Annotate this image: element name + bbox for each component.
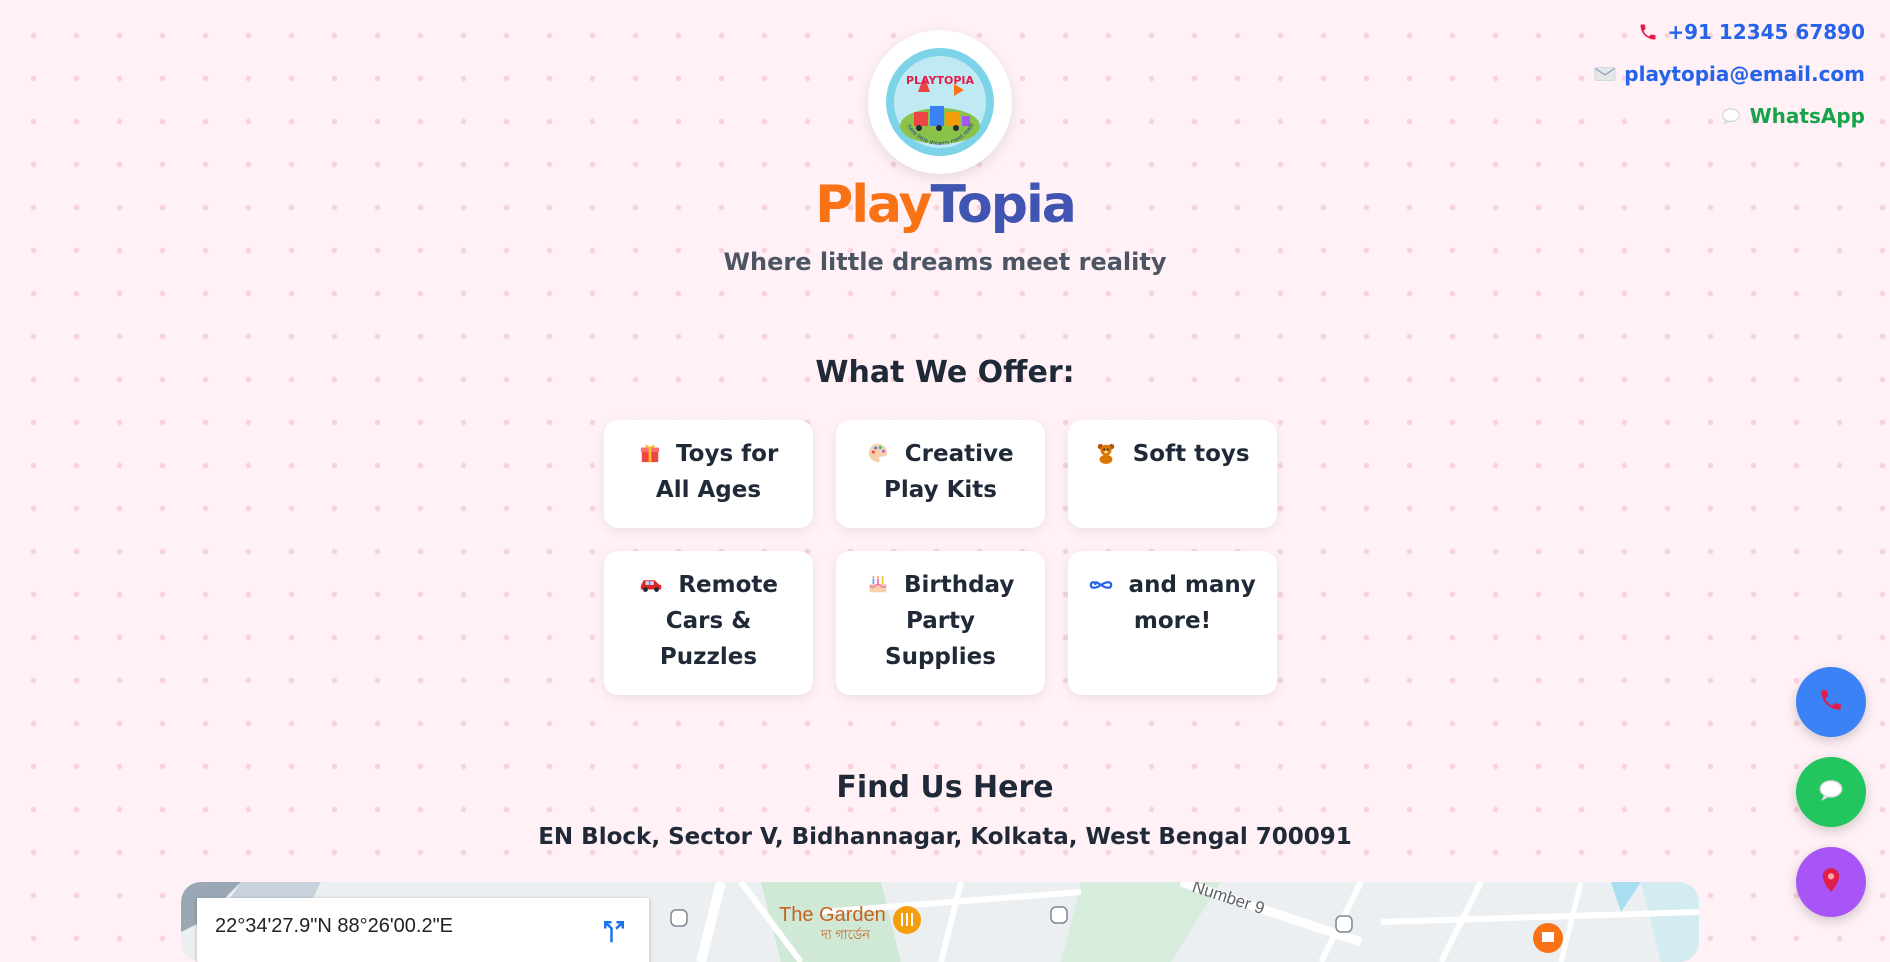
gift-icon <box>639 442 668 466</box>
offer-label: Birthday Party Supplies <box>885 572 1015 670</box>
map-place-name-local: দ্য গার্ডেন <box>821 927 871 942</box>
offer-label: Toys for All Ages <box>655 441 779 503</box>
tagline: Where little dreams meet reality <box>723 248 1167 276</box>
palette-icon <box>867 442 896 466</box>
offer-label: Soft toys <box>1132 441 1250 467</box>
email-link[interactable]: playtopia@email.com <box>1594 60 1865 88</box>
whatsapp-link[interactable]: WhatsApp <box>1720 102 1865 130</box>
call-icon <box>1818 687 1844 717</box>
location-pin-icon <box>1820 867 1842 897</box>
offer-card: Toys for All Ages <box>604 420 813 528</box>
envelope-icon <box>1594 63 1616 85</box>
logo: PLAYTOPIA Where little dreams meet reali… <box>868 30 1012 174</box>
map-info-card: 22°34'27.9"N 88°26'00.2"E <box>197 898 649 962</box>
car-icon <box>639 573 670 597</box>
map-coordinates: 22°34'27.9"N 88°26'00.2"E <box>215 915 454 937</box>
speech-bubble-icon <box>1720 105 1742 127</box>
whatsapp-label: WhatsApp <box>1749 104 1865 128</box>
offer-card: and many more! <box>1068 551 1277 695</box>
email-address: playtopia@email.com <box>1624 62 1865 86</box>
brand-part-topia: Topia <box>930 175 1076 235</box>
map-embed[interactable]: The Garden দ্য গার্ডেন Number 9 22°34'27… <box>181 882 1699 962</box>
offer-label: Remote Cars & Puzzles <box>659 572 778 670</box>
offer-label: and many more! <box>1128 572 1256 634</box>
chat-icon <box>1818 778 1844 806</box>
call-fab[interactable] <box>1796 667 1866 737</box>
location-fab[interactable] <box>1796 847 1866 917</box>
phone-link[interactable]: +91 12345 67890 <box>1637 18 1865 46</box>
logo-badge-icon: PLAYTOPIA Where little dreams meet reali… <box>884 46 994 156</box>
cake-icon <box>867 573 896 597</box>
offer-card: Birthday Party Supplies <box>836 551 1045 695</box>
offer-card: Remote Cars & Puzzles <box>604 551 813 695</box>
address-text: EN Block, Sector V, Bidhannagar, Kolkata… <box>538 824 1352 850</box>
offers-grid: Toys for All Ages Creative Play Kits Sof… <box>604 420 1278 695</box>
infinity-icon <box>1089 573 1120 597</box>
find-us-heading: Find Us Here <box>836 770 1054 805</box>
brand-title: PlayTopia <box>0 168 1890 242</box>
whatsapp-fab[interactable] <box>1796 757 1866 827</box>
map-place-name: The Garden <box>779 904 886 926</box>
phone-icon <box>1637 21 1659 43</box>
offer-card: Soft toys <box>1068 420 1277 528</box>
logo-wordmark: PLAYTOPIA <box>906 74 975 87</box>
phone-number: +91 12345 67890 <box>1667 20 1865 44</box>
offer-card: Creative Play Kits <box>836 420 1045 528</box>
contact-links: +91 12345 67890 playtopia@email.com What… <box>1594 18 1865 130</box>
brand-part-play: Play <box>815 175 932 235</box>
teddy-bear-icon <box>1095 442 1124 466</box>
offer-label: Creative Play Kits <box>884 441 1014 503</box>
offers-heading: What We Offer: <box>815 355 1075 390</box>
